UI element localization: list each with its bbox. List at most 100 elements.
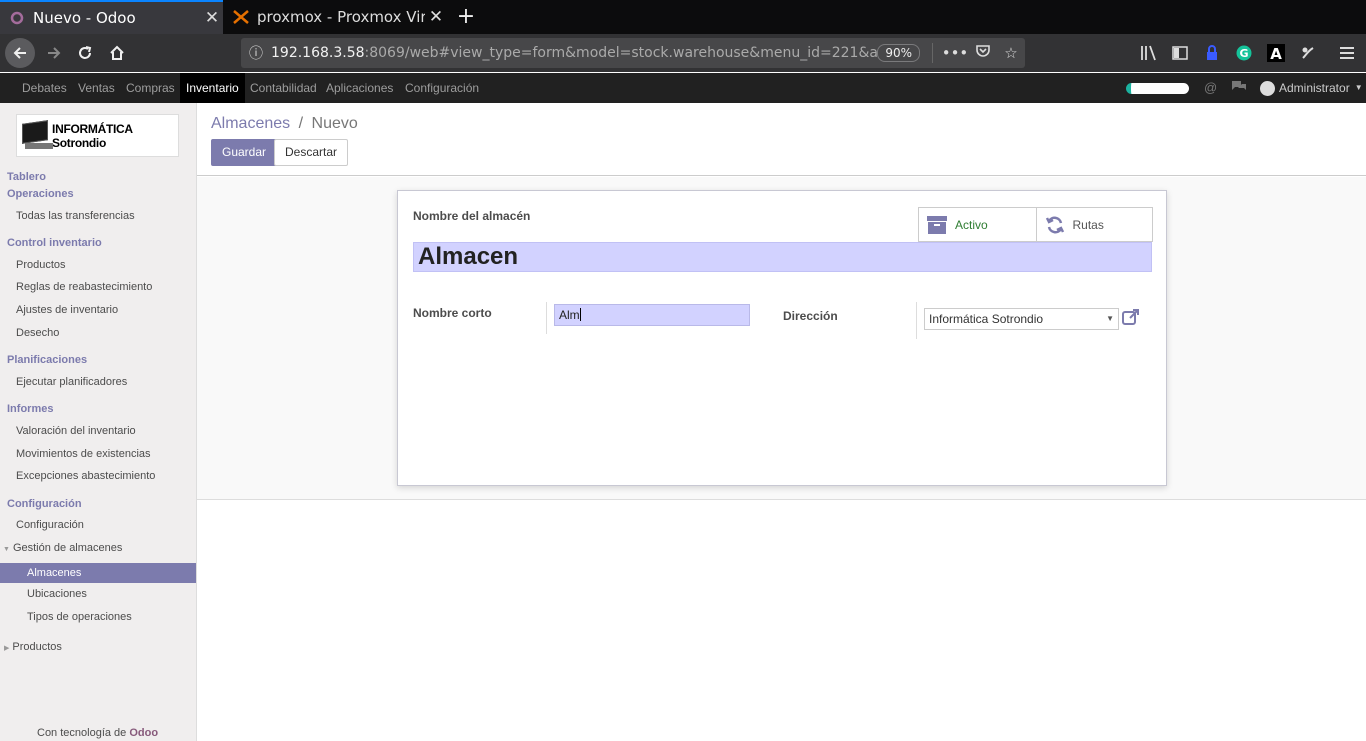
sidebar-heading-informes: Informes <box>7 403 54 415</box>
sidebar-item-productos[interactable]: Productos <box>16 259 66 271</box>
breadcrumb-almacenes[interactable]: Almacenes <box>211 115 290 132</box>
browser-tab-bar: Nuevo - Odoo ✕ proxmox - Proxmox Virt ✕ … <box>0 0 1366 34</box>
svg-text:A: A <box>1270 45 1282 62</box>
sidebar: INFORMÁTICA Sotrondio Tablero Operacione… <box>0 103 197 741</box>
sidebar-item-excepciones[interactable]: Excepciones abastecimiento <box>16 470 155 482</box>
pocket-icon[interactable] <box>969 44 997 62</box>
svg-text:G: G <box>1239 47 1248 60</box>
odoo-link[interactable]: Odoo <box>129 727 158 739</box>
sidebar-item-todas-transferencias[interactable]: Todas las transferencias <box>16 210 135 222</box>
site-info-icon[interactable]: ⓘ <box>241 43 271 63</box>
short-name-input[interactable]: Alm <box>554 304 750 326</box>
menu-compras[interactable]: Compras <box>120 73 181 103</box>
hamburger-menu-icon[interactable] <box>1336 42 1358 64</box>
save-button[interactable]: Guardar <box>211 139 278 166</box>
divider <box>546 302 547 334</box>
routes-button[interactable]: Rutas <box>1035 208 1153 241</box>
sidebar-item-productos-group[interactable]: ▶ Productos <box>4 641 62 653</box>
discard-button[interactable]: Descartar <box>274 139 349 166</box>
chevron-down-icon: ▼ <box>1354 83 1363 92</box>
sidebar-item-desecho[interactable]: Desecho <box>16 327 59 339</box>
url-divider <box>932 43 933 63</box>
sidebar-item-configuracion[interactable]: Configuración <box>16 519 84 531</box>
sidebar-toggle-icon[interactable] <box>1169 42 1191 64</box>
tab-title: Nuevo - Odoo <box>33 9 136 27</box>
at-mention-icon[interactable]: @ <box>1204 80 1217 95</box>
browser-tab-proxmox[interactable]: proxmox - Proxmox Virt ✕ <box>224 0 447 34</box>
forward-arrow-icon[interactable] <box>40 39 68 67</box>
menu-ventas[interactable]: Ventas <box>72 73 121 103</box>
url-text[interactable]: 192.168.3.58:8069/web#view_type=form&mod… <box>271 45 877 61</box>
sidebar-item-ubicaciones[interactable]: Ubicaciones <box>27 588 87 600</box>
warehouse-name-label: Nombre del almacén <box>413 209 531 223</box>
odoo-top-menu: Debates Ventas Compras Inventario Contab… <box>0 73 1366 103</box>
address-label: Dirección <box>783 309 838 323</box>
bookmark-star-icon[interactable]: ☆ <box>997 44 1025 62</box>
address-select[interactable]: Informática Sotrondio ▼ <box>924 308 1119 330</box>
back-arrow-icon[interactable] <box>5 38 35 68</box>
sidebar-item-gestion-almacenes[interactable]: ▼ Gestión de almacenes <box>3 542 122 554</box>
font-extension-icon[interactable]: A <box>1265 42 1287 64</box>
control-panel: Almacenes / Nuevo Guardar Descartar <box>197 103 1366 176</box>
address-value: Informática Sotrondio <box>929 312 1044 326</box>
avatar <box>1260 80 1275 96</box>
logo-text: INFORMÁTICA Sotrondio <box>52 121 133 150</box>
menu-inventario[interactable]: Inventario <box>180 73 245 103</box>
home-icon[interactable] <box>103 39 131 67</box>
close-tab-icon[interactable]: ✕ <box>201 8 223 28</box>
user-name: Administrator <box>1279 81 1350 95</box>
zoom-level[interactable]: 90% <box>877 44 920 62</box>
grammarly-icon[interactable]: G <box>1233 42 1255 64</box>
caret-right-icon: ▶ <box>4 645 10 652</box>
url-bar[interactable]: ⓘ 192.168.3.58:8069/web#view_type=form&m… <box>241 38 1025 68</box>
powered-by: Con tecnología de Odoo <box>37 727 159 739</box>
sidebar-heading-configuracion: Configuración <box>7 498 82 510</box>
text-cursor <box>579 308 581 321</box>
breadcrumb-current: Nuevo <box>311 115 358 132</box>
sidebar-item-ajustes[interactable]: Ajustes de inventario <box>16 304 118 316</box>
sidebar-item-tipos-operaciones[interactable]: Tipos de operaciones <box>27 611 132 623</box>
chat-bubbles-icon[interactable] <box>1231 80 1247 96</box>
new-tab-icon[interactable]: + <box>455 4 477 29</box>
proxmox-favicon-icon <box>233 9 249 25</box>
page-actions-icon[interactable]: ••• <box>941 44 969 62</box>
divider <box>916 302 917 339</box>
sidebar-item-valoracion[interactable]: Valoración del inventario <box>16 425 136 437</box>
sidebar-item-movimientos[interactable]: Movimientos de existencias <box>16 448 151 460</box>
active-label: Activo <box>955 217 988 232</box>
external-link-icon[interactable] <box>1122 308 1140 328</box>
menu-debates[interactable]: Debates <box>16 73 73 103</box>
reload-icon[interactable] <box>71 39 99 67</box>
sidebar-item-reglas[interactable]: Reglas de reabastecimiento <box>16 281 152 293</box>
sidebar-item-almacenes[interactable]: Almacenes <box>0 563 196 583</box>
warehouse-name-input[interactable]: Almacen <box>413 242 1152 272</box>
breadcrumb: Almacenes / Nuevo <box>211 115 358 133</box>
tab-title: proxmox - Proxmox Virt <box>257 8 425 26</box>
laptop-icon <box>19 119 53 151</box>
archive-box-icon <box>919 215 955 234</box>
browser-tab-odoo[interactable]: Nuevo - Odoo ✕ <box>0 0 223 34</box>
form-sheet: Nombre del almacén Activo Rutas Almacen … <box>397 190 1167 486</box>
close-tab-icon[interactable]: ✕ <box>425 7 447 27</box>
sidebar-item-tablero[interactable]: Tablero <box>7 171 46 183</box>
library-icon[interactable] <box>1138 42 1160 64</box>
odoo-favicon-icon <box>9 10 25 26</box>
refresh-routes-icon <box>1037 215 1073 235</box>
sidebar-heading-control-inventario: Control inventario <box>7 237 102 249</box>
menu-configuracion[interactable]: Configuración <box>399 73 485 103</box>
active-toggle-button[interactable]: Activo <box>919 208 1036 241</box>
extension-icon[interactable] <box>1297 42 1319 64</box>
user-menu[interactable]: Administrator ▼ <box>1260 73 1363 103</box>
company-logo[interactable]: INFORMÁTICA Sotrondio <box>16 114 179 157</box>
caret-down-icon: ▼ <box>3 546 10 553</box>
stat-buttons: Activo Rutas <box>918 207 1153 242</box>
menu-aplicaciones[interactable]: Aplicaciones <box>320 73 399 103</box>
sidebar-item-ejecutar[interactable]: Ejecutar planificadores <box>16 376 127 388</box>
routes-label: Rutas <box>1072 217 1104 232</box>
menu-contabilidad[interactable]: Contabilidad <box>244 73 323 103</box>
sidebar-heading-operaciones: Operaciones <box>7 188 74 200</box>
breadcrumb-separator: / <box>298 115 304 132</box>
lock-extension-icon[interactable] <box>1201 42 1223 64</box>
sidebar-heading-planificaciones: Planificaciones <box>7 354 88 366</box>
search-progress-pill[interactable] <box>1126 83 1189 94</box>
